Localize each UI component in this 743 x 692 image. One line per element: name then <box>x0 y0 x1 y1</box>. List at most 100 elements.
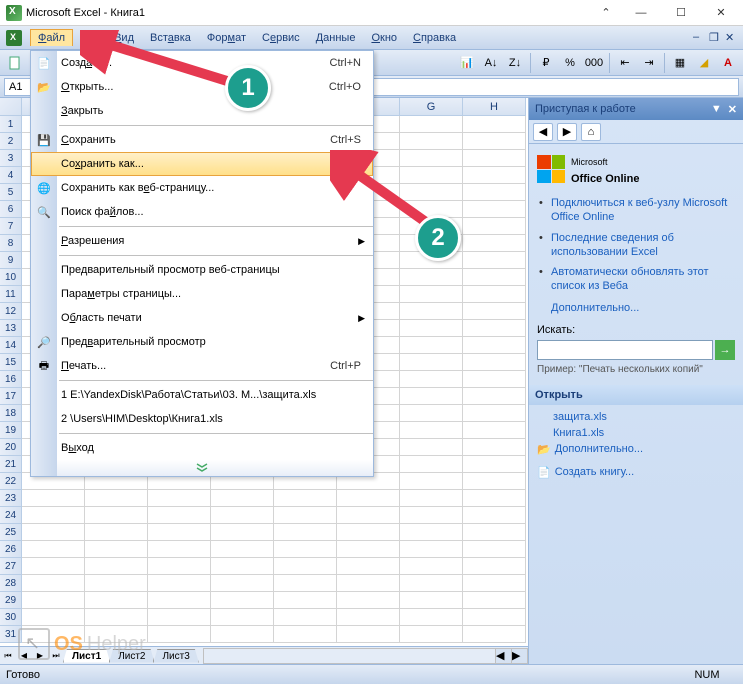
cell[interactable] <box>85 609 148 626</box>
cell[interactable] <box>463 541 526 558</box>
cell[interactable] <box>463 269 526 286</box>
row-header[interactable]: 16 <box>0 371 22 388</box>
cell[interactable] <box>400 422 463 439</box>
ribbon-options-icon[interactable]: ⌃ <box>591 2 621 24</box>
cell[interactable] <box>337 541 400 558</box>
menuitem-close[interactable]: Закрыть <box>31 99 373 123</box>
cell[interactable] <box>22 541 85 558</box>
cell[interactable] <box>400 133 463 150</box>
menuitem-web-preview[interactable]: Предварительный просмотр веб-страницы <box>31 258 373 282</box>
sort-desc-icon[interactable]: Z↓ <box>504 52 526 74</box>
close-button[interactable]: ✕ <box>701 2 741 24</box>
cell[interactable] <box>463 371 526 388</box>
cell[interactable] <box>148 507 211 524</box>
cell[interactable] <box>400 473 463 490</box>
cell[interactable] <box>463 337 526 354</box>
maximize-button[interactable]: ☐ <box>661 2 701 24</box>
cell[interactable] <box>85 524 148 541</box>
column-header[interactable]: H <box>463 98 526 116</box>
cell[interactable] <box>211 626 274 643</box>
menu-help[interactable]: Справка <box>405 29 464 47</box>
row-header[interactable]: 2 <box>0 133 22 150</box>
cell[interactable] <box>400 286 463 303</box>
cell[interactable] <box>400 541 463 558</box>
cell[interactable] <box>400 558 463 575</box>
row-header[interactable]: 30 <box>0 609 22 626</box>
menu-file[interactable]: Файл <box>30 29 73 46</box>
chart-icon[interactable]: 📊 <box>456 52 478 74</box>
cell[interactable] <box>148 558 211 575</box>
row-header[interactable]: 7 <box>0 218 22 235</box>
decrease-indent-icon[interactable]: ⇤ <box>614 52 636 74</box>
recent-file-2[interactable]: Книга1.xls <box>553 427 735 439</box>
row-header[interactable]: 29 <box>0 592 22 609</box>
cell[interactable] <box>85 507 148 524</box>
link-connect-office[interactable]: Подключиться к веб-узлу Microsoft Office… <box>551 196 735 225</box>
row-header[interactable]: 3 <box>0 150 22 167</box>
cell[interactable] <box>463 609 526 626</box>
cell[interactable] <box>22 558 85 575</box>
cell[interactable] <box>274 541 337 558</box>
cell[interactable] <box>463 235 526 252</box>
row-header[interactable]: 19 <box>0 422 22 439</box>
cell[interactable] <box>337 609 400 626</box>
menuitem-save-as-web[interactable]: 🌐 Сохранить как веб-страницу... <box>31 176 373 200</box>
cell[interactable] <box>400 303 463 320</box>
cell[interactable] <box>400 490 463 507</box>
font-color-icon[interactable]: A <box>717 52 739 74</box>
cell[interactable] <box>463 150 526 167</box>
cell[interactable] <box>400 507 463 524</box>
cell[interactable] <box>274 558 337 575</box>
cell[interactable] <box>463 626 526 643</box>
cell[interactable] <box>400 116 463 133</box>
doc-restore-button[interactable]: ❐ <box>709 31 723 45</box>
cell[interactable] <box>211 558 274 575</box>
cell[interactable] <box>400 337 463 354</box>
minimize-button[interactable]: — <box>621 2 661 24</box>
cell[interactable] <box>463 167 526 184</box>
tab-nav-first[interactable]: ⏮ <box>0 648 16 664</box>
borders-icon[interactable]: ▦ <box>669 52 691 74</box>
menu-format[interactable]: Формат <box>199 29 254 47</box>
cell[interactable] <box>400 269 463 286</box>
cell[interactable] <box>463 422 526 439</box>
row-header[interactable]: 12 <box>0 303 22 320</box>
taskpane-dropdown-icon[interactable]: ▼ <box>711 103 722 115</box>
menu-service[interactable]: Сервис <box>254 29 308 47</box>
menuitem-save[interactable]: 💾 Сохранить Ctrl+S <box>31 128 373 152</box>
cell[interactable] <box>463 184 526 201</box>
row-header[interactable]: 9 <box>0 252 22 269</box>
row-header[interactable]: 27 <box>0 558 22 575</box>
cell[interactable] <box>337 524 400 541</box>
cell[interactable] <box>85 558 148 575</box>
cell[interactable] <box>400 524 463 541</box>
cell[interactable] <box>22 507 85 524</box>
row-header[interactable]: 17 <box>0 388 22 405</box>
cell[interactable] <box>148 541 211 558</box>
menu-data[interactable]: Данные <box>308 29 364 47</box>
cell[interactable] <box>463 473 526 490</box>
menuitem-file-search[interactable]: 🔍 Поиск файлов... <box>31 200 373 224</box>
row-header[interactable]: 5 <box>0 184 22 201</box>
cell[interactable] <box>400 184 463 201</box>
cell[interactable] <box>85 592 148 609</box>
nav-home-icon[interactable]: ⌂ <box>581 123 601 141</box>
cell[interactable] <box>148 609 211 626</box>
cell[interactable] <box>211 575 274 592</box>
cell[interactable] <box>211 507 274 524</box>
cell[interactable] <box>463 354 526 371</box>
recent-file-1[interactable]: защита.xls <box>553 411 735 423</box>
cell[interactable] <box>274 592 337 609</box>
row-header[interactable]: 23 <box>0 490 22 507</box>
sheet-tab-3[interactable]: Лист3 <box>153 649 198 663</box>
cell[interactable] <box>400 592 463 609</box>
cell[interactable] <box>400 439 463 456</box>
cell[interactable] <box>463 439 526 456</box>
cell[interactable] <box>148 575 211 592</box>
cell[interactable] <box>274 575 337 592</box>
cell[interactable] <box>463 303 526 320</box>
cell[interactable] <box>463 490 526 507</box>
cell[interactable] <box>463 575 526 592</box>
row-header[interactable]: 13 <box>0 320 22 337</box>
link-more[interactable]: Дополнительно... <box>551 302 735 314</box>
